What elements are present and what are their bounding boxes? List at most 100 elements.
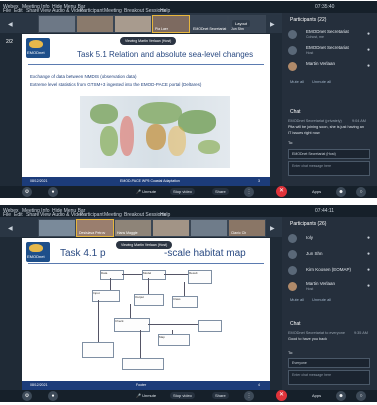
gear-icon[interactable]: ⚙ xyxy=(22,391,32,401)
flow-connector xyxy=(184,282,185,296)
slide-bullet: Exchange of data between NMDIS (observat… xyxy=(30,74,137,79)
participant-row[interactable]: EMODnet Secretariat Host ● xyxy=(288,43,373,58)
mic-icon[interactable]: ● xyxy=(367,267,370,273)
strip-left-arrow-icon[interactable]: ◀ xyxy=(8,225,13,232)
flow-box: Output xyxy=(134,294,164,306)
video-tile[interactable]: EMODnet Secretariat xyxy=(190,15,228,33)
meeting-toolbar: ⚙ ● 🎤 Unmute Stop video Share ⋮ ✕ Apps ☻… xyxy=(0,186,377,198)
participants-panel: Participants (26) Ioly ● Jun Shn ● Kirn … xyxy=(282,217,377,402)
participant-row[interactable]: Kirn Koosen (EOMAP) ● xyxy=(288,263,373,278)
world-map-image xyxy=(80,96,230,168)
more-icon[interactable]: ⋮ xyxy=(244,391,254,401)
video-tile[interactable] xyxy=(190,219,228,237)
layout-button[interactable]: Layout xyxy=(232,20,251,27)
emodnet-logo: EMODnet xyxy=(26,38,50,58)
flow-connector xyxy=(140,330,141,358)
participant-row[interactable]: Jun Shn ● xyxy=(288,247,373,262)
unmute-button[interactable]: 🎤 Unmute xyxy=(136,188,156,195)
video-tile[interactable]: Clanic Ch xyxy=(228,219,266,237)
flow-connector xyxy=(98,300,99,342)
chat-icon[interactable]: ○ xyxy=(356,391,366,401)
slide-title-right: -scale habitat map xyxy=(164,248,246,259)
more-icon[interactable]: ⋮ xyxy=(244,187,254,197)
menu-bar: Webex Meeting Info Hide Menu Bar File Ed… xyxy=(0,1,377,14)
strip-left-arrow-icon[interactable]: ◀ xyxy=(8,21,13,28)
participant-row[interactable]: Martin Verlaan ● xyxy=(288,59,373,74)
mic-off-icon: 🎤 xyxy=(136,189,141,194)
chat-bubble-icon[interactable]: ● xyxy=(48,187,58,197)
mute-all-button[interactable]: Mute all xyxy=(290,297,304,302)
flow-connector xyxy=(110,278,111,290)
stop-video-button[interactable]: Stop video xyxy=(170,392,195,399)
participant-row[interactable]: EMODnet Secretariat Cohost, me ● xyxy=(288,27,373,42)
chat-input[interactable]: Enter chat message here xyxy=(288,161,370,176)
to-label: To: xyxy=(288,351,294,355)
chat-icon[interactable]: ○ xyxy=(356,187,366,197)
chat-time: 9:35 AM xyxy=(354,331,368,335)
strip-right-arrow-icon[interactable]: ▶ xyxy=(270,21,275,28)
share-button[interactable]: Share xyxy=(212,188,229,195)
participants-header[interactable]: Participants (26) xyxy=(290,221,326,227)
emodnet-logo: EMODnet xyxy=(26,242,50,262)
unmute-all-button[interactable]: Unmute all xyxy=(312,79,331,84)
unmute-button[interactable]: 🎤 Unmute xyxy=(136,392,156,399)
menu-bar: Webex Meeting Info Hide Menu Bar File Ed… xyxy=(0,205,377,218)
stop-video-button[interactable]: Stop video xyxy=(170,188,195,195)
chat-message: Good to have you back xyxy=(288,337,328,341)
apps-button[interactable]: Apps xyxy=(312,392,321,399)
slide-divider xyxy=(28,64,264,65)
chat-meta: EMODnet Secretariat to everyone xyxy=(288,331,345,335)
mic-icon[interactable]: ● xyxy=(367,251,370,257)
mic-icon[interactable]: ● xyxy=(367,63,370,69)
slide-bullet: Extreme level statistics from GTSM+3 ing… xyxy=(30,82,202,87)
mic-icon[interactable]: ● xyxy=(367,235,370,241)
flow-connector xyxy=(172,330,173,334)
chat-recipient-select[interactable]: EMODnet Secretariat (Host) xyxy=(288,149,370,159)
chat-input[interactable]: Enter chat message here xyxy=(288,370,370,385)
shared-slide: EMODnet Viewing Martin Verlaan (Host) Ta… xyxy=(22,34,270,186)
flow-connector xyxy=(148,324,198,325)
video-tile[interactable] xyxy=(152,219,190,237)
apps-button[interactable]: Apps xyxy=(312,188,321,195)
flow-box: Model xyxy=(142,270,166,280)
webex-window-bottom: Webex Meeting Info Hide Menu Bar File Ed… xyxy=(0,205,377,402)
to-label: To: xyxy=(288,141,294,145)
flow-box: Result xyxy=(188,270,212,284)
chat-message: IT issues right now xyxy=(288,131,320,135)
video-tile-active[interactable]: Pia Laer xyxy=(152,15,190,33)
participants-icon[interactable]: ☻ xyxy=(336,187,346,197)
avatar xyxy=(288,250,297,259)
flow-connector xyxy=(164,274,188,275)
meeting-clock: 07:44:11 xyxy=(315,208,335,214)
end-call-icon[interactable]: ✕ xyxy=(276,186,287,197)
flow-box: Map xyxy=(158,334,190,346)
chat-recipient-select[interactable]: Everyone xyxy=(288,358,370,368)
video-tile[interactable] xyxy=(38,15,76,33)
unmute-all-button[interactable]: Unmute all xyxy=(312,297,331,302)
video-tile[interactable] xyxy=(114,15,152,33)
strip-right-arrow-icon[interactable]: ▶ xyxy=(270,225,275,232)
video-tile[interactable] xyxy=(38,219,76,237)
participant-row[interactable]: Ioly ● xyxy=(288,231,373,246)
video-tile-active[interactable]: Desislava Petrov xyxy=(76,219,114,237)
mic-icon[interactable]: ● xyxy=(367,47,370,53)
chat-bubble-icon[interactable]: ● xyxy=(48,391,58,401)
participants-icon[interactable]: ☻ xyxy=(336,391,346,401)
meeting-toolbar: ⚙ ● 🎤 Unmute Stop video Share ⋮ ✕ Apps ☻… xyxy=(0,390,377,402)
share-button[interactable]: Share xyxy=(212,392,229,399)
slide-footer: 08/12/2021 Footer 4 xyxy=(22,381,270,390)
mic-icon[interactable]: ● xyxy=(367,283,370,289)
webex-window-top: Webex Meeting Info Hide Menu Bar File Ed… xyxy=(0,1,377,198)
participant-row[interactable]: Martin Verlaan Host ● xyxy=(288,279,373,294)
video-tile[interactable]: Hans Maggie xyxy=(114,219,152,237)
participants-header[interactable]: Participants (22) xyxy=(290,17,326,23)
end-call-icon[interactable]: ✕ xyxy=(276,390,287,401)
video-tile[interactable] xyxy=(76,15,114,33)
gear-icon[interactable]: ⚙ xyxy=(22,187,32,197)
mic-icon[interactable]: ● xyxy=(367,31,370,37)
avatar xyxy=(288,234,297,243)
chat-header[interactable]: Chat xyxy=(290,109,301,115)
flow-box xyxy=(122,358,164,370)
chat-header[interactable]: Chat xyxy=(290,321,301,327)
mute-all-button[interactable]: Mute all xyxy=(290,79,304,84)
